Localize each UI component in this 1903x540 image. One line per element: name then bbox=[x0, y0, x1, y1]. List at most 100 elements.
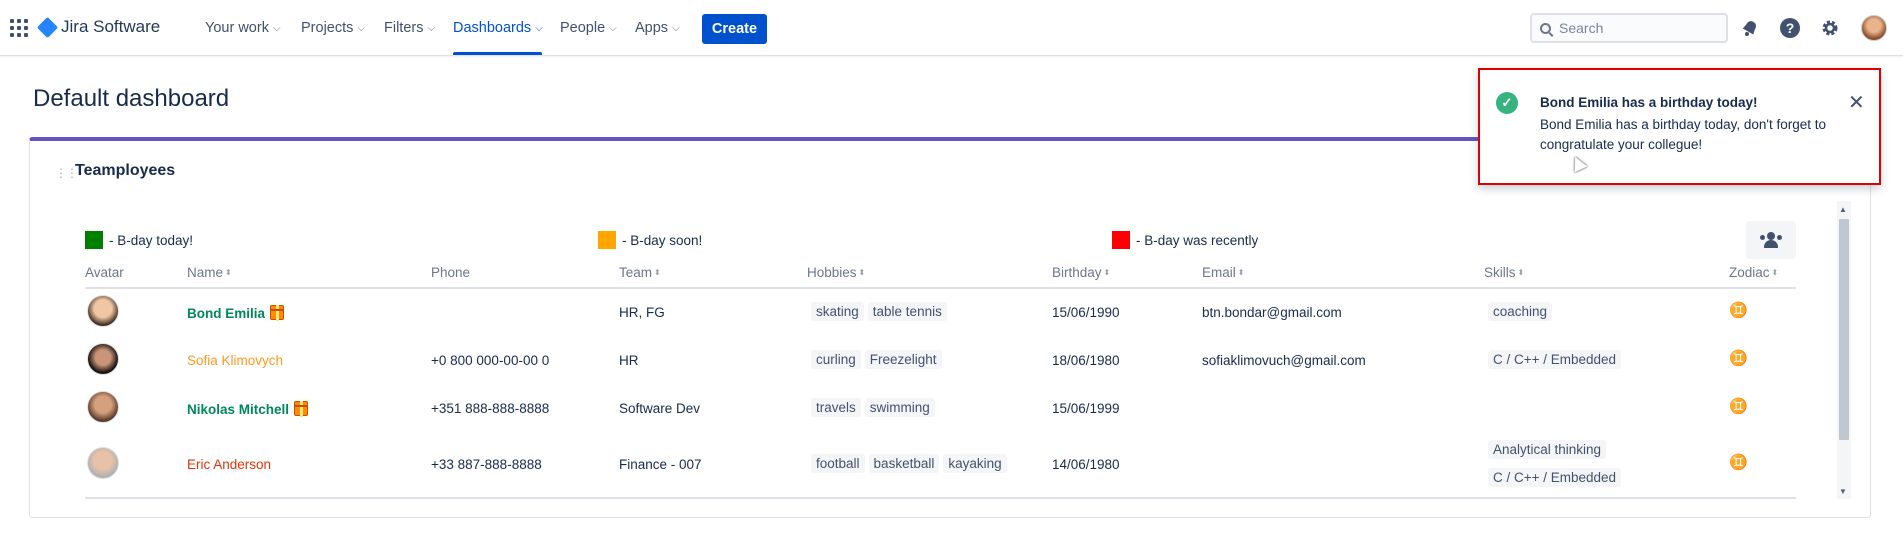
nav-filters[interactable]: Filters ⌵ bbox=[384, 20, 435, 36]
hobby-tag: travels bbox=[811, 398, 861, 417]
notifications-icon[interactable] bbox=[1738, 16, 1762, 40]
employee-name[interactable]: Nikolas Mitchell bbox=[187, 401, 309, 417]
employee-birthday: 15/06/1999 bbox=[1052, 401, 1120, 416]
col-header-zodiac[interactable]: Zodiac ⬍ bbox=[1729, 265, 1778, 280]
chevron-down-icon: ⌵ bbox=[535, 22, 543, 34]
hobby-tag: curling bbox=[811, 350, 861, 369]
chevron-down-icon: ⌵ bbox=[357, 22, 365, 34]
employee-name[interactable]: Bond Emilia bbox=[187, 305, 285, 321]
zodiac-gemini-icon: ♊ bbox=[1729, 454, 1748, 471]
top-navigation: Jira Software Your work ⌵ Projects ⌵ Filte… bbox=[0, 0, 1903, 56]
zodiac-gemini-icon: ♊ bbox=[1729, 398, 1748, 415]
col-header-skills[interactable]: Skills ⬍ bbox=[1484, 265, 1524, 280]
col-header-hobbies[interactable]: Hobbies ⬍ bbox=[807, 265, 865, 280]
legend-label: - B-day was recently bbox=[1136, 232, 1259, 248]
nav-your-work[interactable]: Your work ⌵ bbox=[205, 20, 281, 36]
success-check-icon: ✓ bbox=[1496, 92, 1518, 114]
employee-team: Finance - 007 bbox=[619, 457, 702, 472]
nav-projects-label: Projects bbox=[301, 20, 354, 36]
close-icon[interactable]: ✕ bbox=[1848, 90, 1865, 115]
scrollbar-thumb[interactable] bbox=[1839, 219, 1849, 440]
user-avatar[interactable] bbox=[1861, 15, 1887, 41]
hobby-tag: swimming bbox=[864, 398, 935, 417]
jira-logo[interactable]: Jira Software bbox=[36, 16, 161, 38]
legend-label: - B-day today! bbox=[109, 232, 194, 248]
scroll-up-arrow-icon[interactable]: ▲ bbox=[1839, 205, 1847, 214]
team-people-icon bbox=[1760, 232, 1782, 248]
birthday-notification: ✓ Bond Emilia has a birthday today! Bond… bbox=[1478, 68, 1881, 185]
hobby-tag: basketball bbox=[868, 454, 940, 473]
hobby-tag: Freezelight bbox=[864, 350, 942, 369]
sort-icon: ⬍ bbox=[1517, 268, 1525, 277]
drag-handle-icon[interactable]: ⋮⋮ bbox=[55, 166, 78, 180]
active-tab-indicator bbox=[453, 52, 542, 55]
employee-skills: coaching bbox=[1488, 302, 1556, 321]
employee-name[interactable]: Sofia Klimovych bbox=[187, 353, 283, 368]
legend-swatch-orange bbox=[598, 231, 616, 249]
employee-team: HR bbox=[619, 353, 639, 368]
nav-people-label: People bbox=[560, 20, 606, 36]
employee-phone: +351 888-888-8888 bbox=[431, 401, 550, 416]
employee-hobbies: curling Freezelight bbox=[811, 350, 946, 369]
nav-your-work-label: Your work bbox=[205, 20, 269, 36]
skill-tag: Analytical thinking bbox=[1488, 440, 1607, 459]
avatar bbox=[87, 295, 119, 327]
nav-people[interactable]: People ⌵ bbox=[560, 20, 617, 36]
brand-name: Jira Software bbox=[61, 17, 161, 36]
legend-label: - B-day soon! bbox=[622, 232, 703, 248]
zodiac-gemini-icon: ♊ bbox=[1729, 302, 1748, 319]
employee-name[interactable]: Eric Anderson bbox=[187, 457, 271, 472]
employee-hobbies: skating table tennis bbox=[811, 302, 951, 321]
search-input[interactable]: Search bbox=[1530, 13, 1728, 43]
page-title: Default dashboard bbox=[33, 85, 230, 112]
notification-body: Bond Emilia has a birthday today, don't … bbox=[1540, 117, 1826, 152]
col-header-birthday[interactable]: Birthday ⬍ bbox=[1052, 265, 1110, 280]
nav-apps-label: Apps bbox=[635, 20, 669, 36]
employee-phone: +33 887-888-8888 bbox=[431, 457, 542, 472]
team-view-button[interactable] bbox=[1746, 221, 1796, 259]
sort-icon: ⬍ bbox=[654, 268, 661, 277]
sort-icon: ⬍ bbox=[858, 268, 866, 277]
col-header-team[interactable]: Team ⬍ bbox=[619, 265, 661, 280]
employee-skills: Analytical thinking bbox=[1488, 440, 1610, 459]
search-placeholder: Search bbox=[1559, 20, 1604, 36]
scroll-down-arrow-icon[interactable]: ▼ bbox=[1839, 487, 1847, 496]
col-header-name[interactable]: Name ⬍ bbox=[187, 265, 232, 280]
hobby-tag: kayaking bbox=[943, 454, 1007, 473]
employee-hobbies: football basketball kayaking bbox=[811, 454, 1011, 473]
hobby-tag: table tennis bbox=[867, 302, 947, 321]
create-button[interactable]: Create bbox=[702, 14, 767, 44]
chevron-down-icon: ⌵ bbox=[272, 22, 281, 34]
nav-dashboards-label: Dashboards bbox=[453, 20, 532, 36]
employee-email: sofiaklimovuch@gmail.com bbox=[1202, 353, 1366, 368]
chevron-down-icon: ⌵ bbox=[427, 22, 436, 34]
employee-team: HR, FG bbox=[619, 305, 665, 320]
legend-bday-recent: - B-day was recently bbox=[1112, 231, 1258, 249]
notification-title: Bond Emilia has a birthday today! bbox=[1540, 95, 1758, 110]
zodiac-gemini-icon: ♊ bbox=[1729, 350, 1748, 367]
employee-skills: C / C++ / Embedded bbox=[1488, 468, 1625, 487]
legend-swatch-red bbox=[1112, 231, 1130, 249]
employee-birthday: 14/06/1980 bbox=[1052, 457, 1120, 472]
chevron-down-icon: ⌵ bbox=[609, 22, 617, 34]
sort-icon: ⬍ bbox=[1771, 268, 1779, 277]
nav-apps[interactable]: Apps ⌵ bbox=[635, 20, 680, 36]
legend-bday-soon: - B-day soon! bbox=[598, 231, 702, 249]
settings-gear-icon[interactable] bbox=[1818, 16, 1842, 40]
skill-tag: C / C++ / Embedded bbox=[1488, 468, 1622, 487]
nav-projects[interactable]: Projects ⌵ bbox=[301, 20, 365, 36]
app-switcher-icon[interactable] bbox=[10, 19, 28, 37]
employee-hobbies: travels swimming bbox=[811, 398, 939, 417]
col-header-email[interactable]: Email ⬍ bbox=[1202, 265, 1244, 280]
avatar bbox=[87, 343, 119, 375]
table-bottom-divider bbox=[85, 497, 1796, 499]
employee-skills: C / C++ / Embedded bbox=[1488, 350, 1625, 369]
employee-team: Software Dev bbox=[619, 401, 701, 416]
skill-tag: C / C++ / Embedded bbox=[1488, 350, 1622, 369]
sort-icon: ⬍ bbox=[225, 268, 232, 277]
hobby-tag: skating bbox=[811, 302, 864, 321]
help-icon[interactable]: ? bbox=[1778, 16, 1802, 40]
nav-dashboards[interactable]: Dashboards ⌵ bbox=[453, 20, 543, 36]
hobby-tag: football bbox=[811, 454, 865, 473]
skill-tag: coaching bbox=[1488, 302, 1553, 321]
